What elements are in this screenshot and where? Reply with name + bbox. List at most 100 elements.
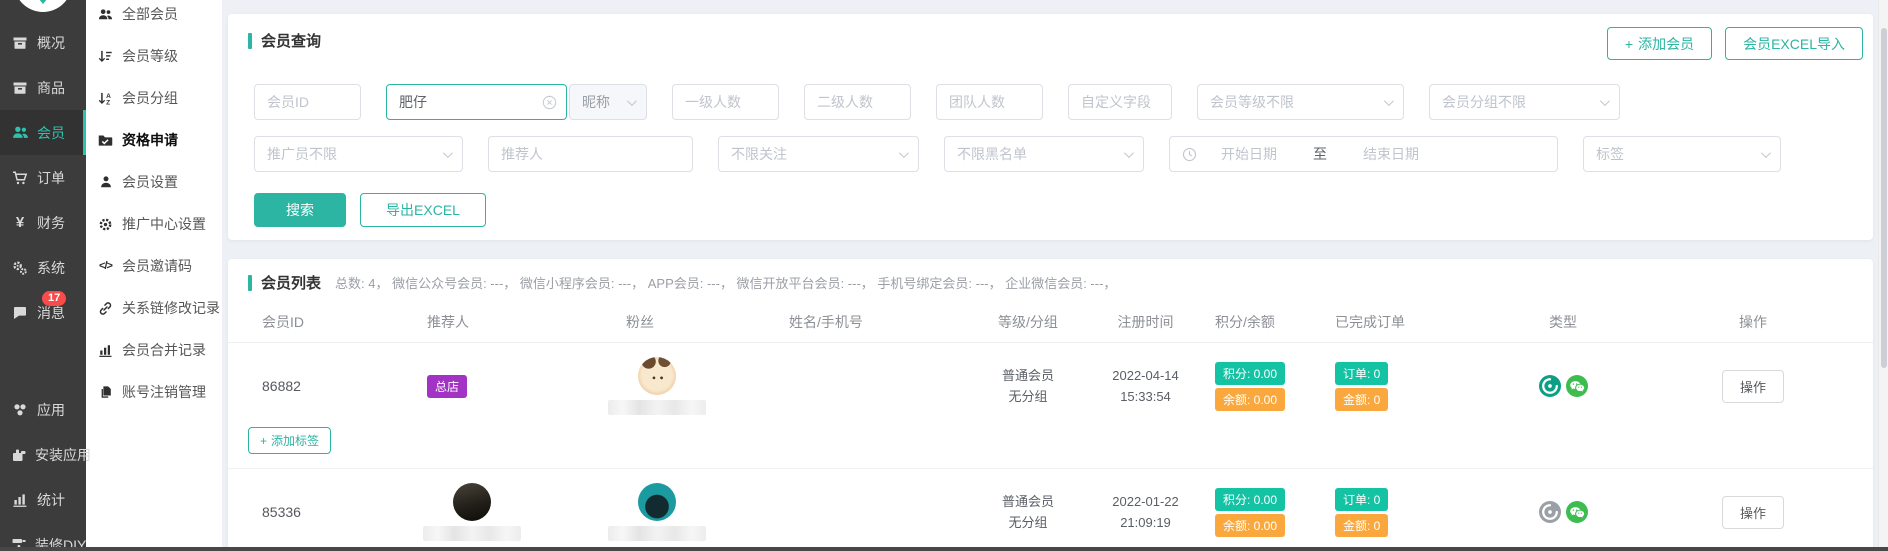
filter-row-2: 推广员不限 不限关注 不限黑名单 开始日期 至 结束日期 [254,136,1853,172]
sidebar-item-overview[interactable]: 概况 [0,20,86,65]
member-id-cell: 86882 [228,378,408,394]
level1-count-input[interactable] [672,84,779,120]
yen-icon: ¥ [11,214,29,231]
col-register-time: 注册时间 [1078,312,1213,332]
date-range-separator: 至 [1313,144,1327,164]
main-content: 会员查询 + 添加会员 会员EXCEL导入 [222,0,1888,551]
cart-icon [11,170,29,186]
promoter-select[interactable]: 推广员不限 [254,136,463,172]
row-action-button[interactable]: 操作 [1722,496,1784,529]
sidebar-item-label: 订单 [37,168,65,188]
puzzle-icon [11,447,27,463]
sidebar-item-label: 财务 [37,213,65,233]
submenu-item-member-settings[interactable]: 会员设置 [86,161,222,203]
folder-check-icon [97,133,114,148]
submenu-item-invite-code[interactable]: </> 会员邀请码 [86,245,222,287]
register-date-range-picker[interactable]: 开始日期 至 结束日期 [1169,136,1558,172]
col-points-balance: 积分/余额 [1213,312,1318,332]
blacklist-select[interactable]: 不限黑名单 [944,136,1144,172]
fan-avatar[interactable] [638,357,676,395]
message-count-badge: 17 [42,291,66,306]
submenu-item-account-cancellation[interactable]: 账号注销管理 [86,371,222,413]
list-title: 会员列表 [248,272,321,293]
sidebar-item-label: 会员 [37,123,65,143]
sidebar-item-install-apps[interactable]: 安装应用 [0,432,86,477]
chevron-down-icon [1761,148,1771,158]
member-group-select[interactable]: 会员分组不限 [1429,84,1620,120]
referrer-input[interactable] [488,136,693,172]
primary-sidebar: 概况 商品 会员 订单 ¥ 财务 系统 [0,0,86,551]
type-cell [1453,501,1673,523]
add-member-button[interactable]: + 添加会员 [1607,27,1712,60]
sidebar-item-products[interactable]: 商品 [0,65,86,110]
col-completed-orders: 已完成订单 [1318,312,1453,332]
member-list-panel: 会员列表 总数: 4， 微信公众号会员: ---， 微信小程序会员: ---， … [228,259,1873,551]
tag-select[interactable]: 标签 [1583,136,1781,172]
referrer-avatar[interactable] [453,483,491,521]
balance-badge: 余额: 0.00 [1215,388,1285,411]
custom-field-input[interactable] [1068,84,1172,120]
sort-az-icon: AZ [97,91,114,106]
sidebar-item-label: 安装应用 [35,445,91,465]
member-level-select[interactable]: 会员等级不限 [1197,84,1404,120]
order-amount-badge: 金额: 0 [1335,388,1388,411]
level2-count-input[interactable] [804,84,911,120]
submenu-item-promotion-center-settings[interactable]: 推广中心设置 [86,203,222,245]
referrer-cell: 总店 [408,375,588,398]
keyword-input[interactable] [399,94,542,110]
keyword-input-wrap [386,84,567,120]
sidebar-item-orders[interactable]: 订单 [0,155,86,200]
plus-icon: + [1625,36,1633,52]
order-amount-badge: 金额: 0 [1335,514,1388,537]
points-badge: 积分: 0.00 [1215,488,1285,511]
wechat-icon [1566,501,1588,523]
query-actions: 搜索 导出EXCEL [254,193,1853,227]
wechat-icon [1566,375,1588,397]
search-button[interactable]: 搜索 [254,193,346,227]
keyword-type-select[interactable]: 昵称 [569,84,647,120]
title-accent-bar [248,275,252,291]
vertical-scrollbar[interactable] [1878,0,1888,551]
submenu-item-label: 全部会员 [122,4,178,24]
submenu-item-member-groups[interactable]: AZ 会员分组 [86,77,222,119]
follow-status-select[interactable]: 不限关注 [718,136,919,172]
member-id-input[interactable] [254,84,361,120]
member-excel-import-button[interactable]: 会员EXCEL导入 [1725,27,1863,60]
register-time-cell: 2022-04-14 15:33:54 [1078,365,1213,407]
level-group-cell: 普通会员 无分组 [978,491,1078,533]
action-cell: 操作 [1673,496,1873,529]
submenu-item-merge-records[interactable]: 会员合并记录 [86,329,222,371]
users-icon [11,124,29,141]
team-count-input[interactable] [936,84,1043,120]
submenu-item-label: 账号注销管理 [122,382,206,402]
sidebar-item-apps[interactable]: 应用 [0,387,86,432]
nav-spacer [0,335,86,387]
members-submenu: 全部会员 会员等级 AZ 会员分组 资格申请 会员设置 推广中心设置 [86,0,222,551]
sidebar-item-system[interactable]: 系统 [0,245,86,290]
submenu-item-relation-chain-log[interactable]: 关系链修改记录 [86,287,222,329]
export-excel-button[interactable]: 导出EXCEL [360,193,486,227]
fan-avatar[interactable] [638,483,676,521]
sidebar-item-messages[interactable]: 消息 17 [0,290,86,335]
row-action-button[interactable]: 操作 [1722,370,1784,403]
referrer-cell [408,483,588,541]
bar-chart-icon [11,492,29,508]
sidebar-item-members[interactable]: 会员 [0,110,86,155]
add-tag-button[interactable]: + 添加标签 [248,427,331,454]
clear-input-icon[interactable] [542,95,557,110]
submenu-item-member-levels[interactable]: 会员等级 [86,35,222,77]
action-cell: 操作 [1673,370,1873,403]
type-cell [1453,375,1673,397]
submenu-item-qualification-apply[interactable]: 资格申请 [86,119,222,161]
sidebar-item-statistics[interactable]: 统计 [0,477,86,522]
chevron-down-icon [1600,96,1610,106]
chevron-down-icon [627,96,637,106]
filter-row-1: 昵称 会员等级不限 会员分组不限 [254,84,1853,120]
primary-nav-list: 概况 商品 会员 订单 ¥ 财务 系统 [0,0,86,551]
submenu-item-all-members[interactable]: 全部会员 [86,0,222,35]
apps-cluster-icon [11,402,29,418]
orders-cell: 订单: 0 金额: 0 [1318,359,1453,414]
platform-swirl-icon-disabled [1539,501,1561,523]
sidebar-item-finance[interactable]: ¥ 财务 [0,200,86,245]
scrollbar-thumb[interactable] [1881,28,1887,368]
